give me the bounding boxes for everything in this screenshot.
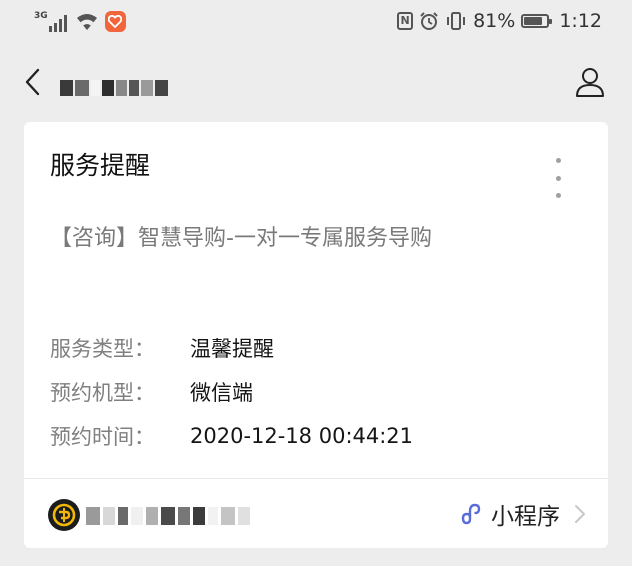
battery-fill: [524, 17, 543, 25]
detail-label: 服务类型：: [50, 337, 155, 361]
person-icon: [576, 68, 604, 97]
detail-value: 微信端: [190, 381, 253, 405]
card-subject: 【咨询】智慧导购-一对一专属服务导购: [50, 226, 432, 251]
detail-label: 预约时间：: [50, 425, 155, 449]
clock: 1:12: [559, 10, 602, 32]
card-footer[interactable]: 小程序: [24, 479, 608, 548]
detail-row-service-type: 服务类型： 温馨提醒: [50, 326, 413, 370]
signal-icon: [48, 15, 67, 32]
detail-row-time: 预约时间： 2020-12-18 00:44:21: [50, 414, 413, 458]
status-bar-right: N 81% 1:12: [397, 10, 602, 32]
detail-list: 服务类型： 温馨提醒 预约机型： 微信端 预约时间： 2020-12-18 00…: [50, 326, 413, 458]
card-title: 服务提醒: [50, 151, 151, 180]
battery-icon: [521, 14, 553, 28]
mini-program-icon: [461, 503, 481, 525]
status-bar-left: 3G: [34, 10, 126, 32]
detail-row-device: 预约机型： 微信端: [50, 370, 413, 414]
network-type-label: 3G: [34, 11, 48, 21]
health-app-icon: [104, 11, 126, 32]
back-button[interactable]: [14, 64, 50, 100]
chevron-left-icon: [25, 68, 40, 96]
service-notification-card[interactable]: 服务提醒 【咨询】智慧导购-一对一专属服务导购 服务类型： 温馨提醒 预约机型：…: [24, 122, 608, 548]
detail-label: 预约机型：: [50, 381, 155, 405]
nfc-icon: N: [397, 12, 414, 30]
chevron-right-icon: [575, 505, 585, 523]
vibrate-icon: [447, 12, 466, 30]
app-logo-icon: [48, 499, 80, 531]
account-name-redacted: [60, 78, 168, 98]
mini-program-link[interactable]: 小程序: [459, 497, 586, 531]
mini-program-name-redacted: [86, 505, 250, 527]
more-dot: [555, 158, 561, 163]
alarm-icon: [420, 12, 438, 30]
more-dot: [555, 175, 561, 181]
battery-percent: 81%: [473, 10, 516, 32]
more-dot: [555, 193, 561, 198]
nav-bar: [0, 44, 632, 122]
detail-value: 温馨提醒: [190, 337, 274, 361]
wifi-icon: [76, 14, 97, 30]
detail-value: 2020-12-18 00:44:21: [190, 424, 414, 448]
status-bar: 3G N 81% 1:12: [0, 0, 632, 44]
more-button[interactable]: [548, 158, 568, 198]
profile-button[interactable]: [572, 64, 608, 100]
mini-program-label: 小程序: [491, 504, 560, 530]
